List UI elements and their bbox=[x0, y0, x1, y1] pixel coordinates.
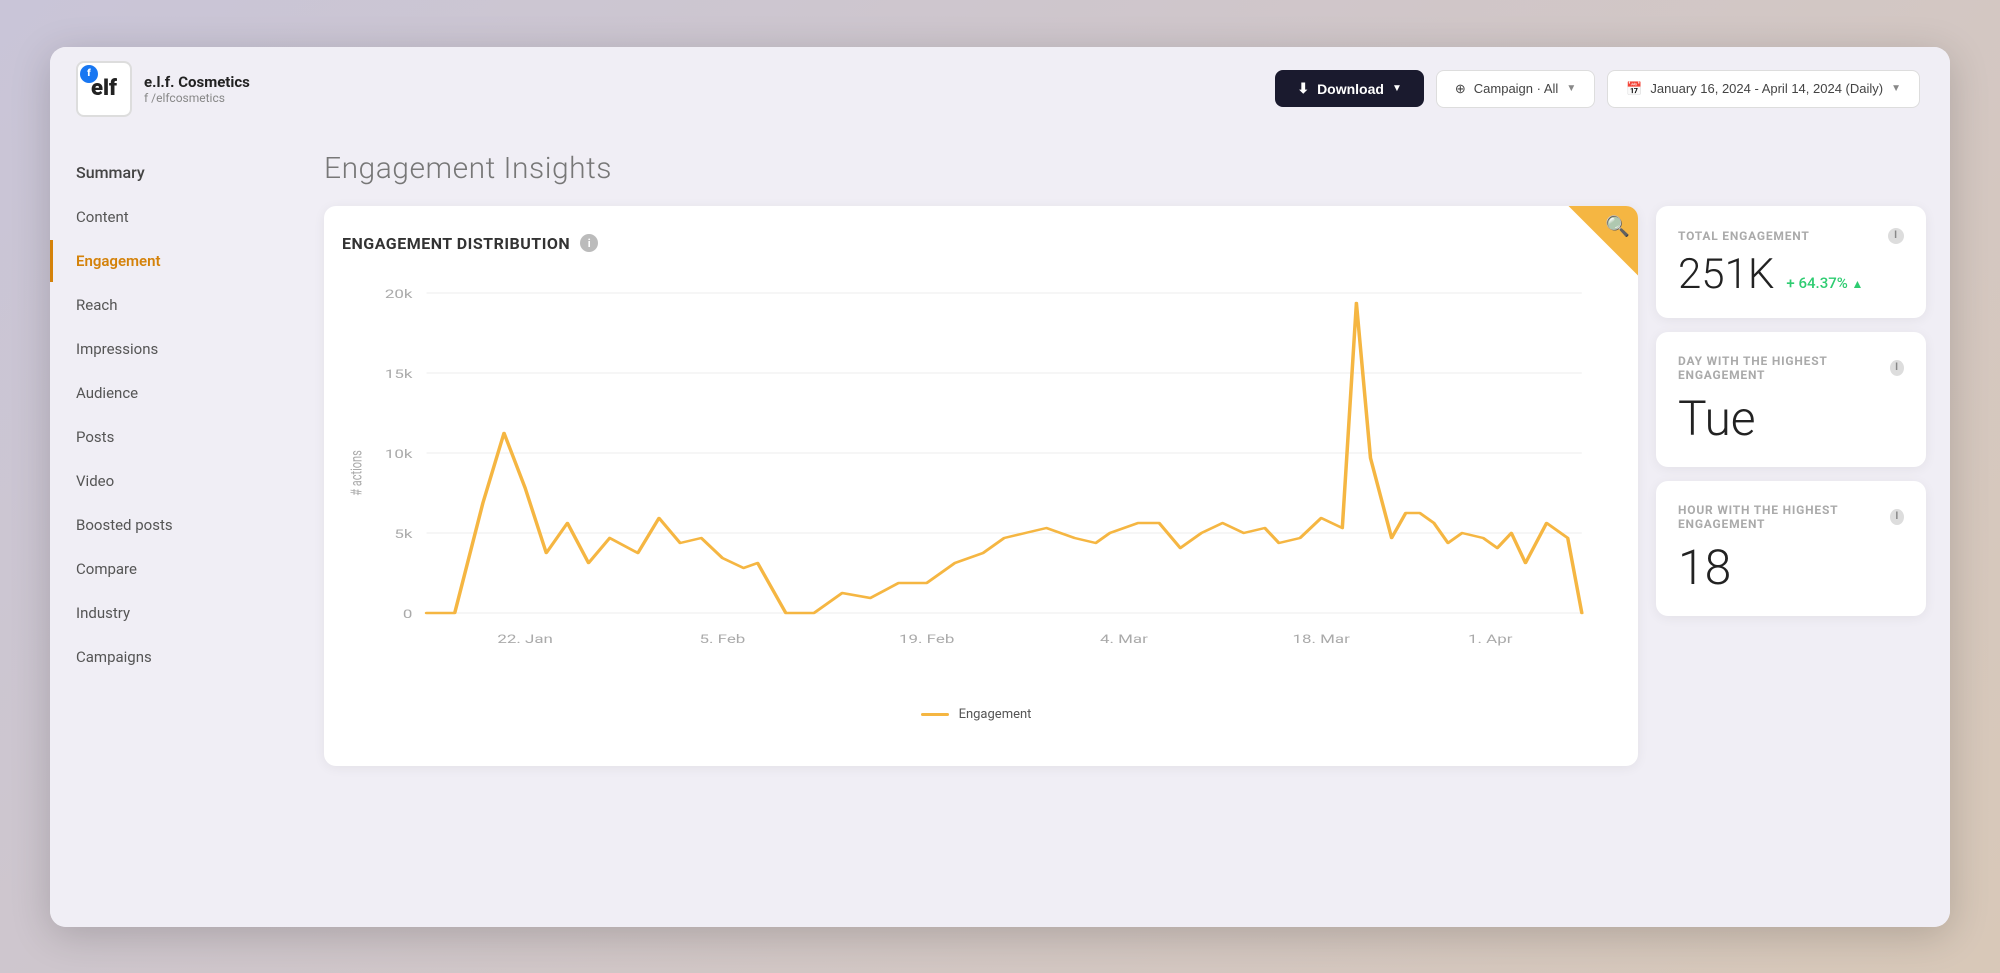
insights-row: 🔍 ENGAGEMENT DISTRIBUTION i bbox=[324, 206, 1926, 766]
total-engagement-change: + 64.37% ▲ bbox=[1786, 274, 1863, 292]
download-button[interactable]: ⬇ Download ▼ bbox=[1275, 70, 1424, 107]
campaign-filter-button[interactable]: ⊕ Campaign · All ▼ bbox=[1436, 70, 1595, 108]
campaign-icon: ⊕ bbox=[1455, 81, 1466, 97]
svg-text:5. Feb: 5. Feb bbox=[700, 631, 746, 646]
engagement-line bbox=[427, 303, 1582, 613]
engagement-chart: 20k 15k 10k 5k 0 # actions bbox=[342, 273, 1610, 673]
chart-header: ENGAGEMENT DISTRIBUTION i bbox=[342, 234, 1610, 253]
svg-text:# actions: # actions bbox=[349, 450, 366, 496]
sidebar-item-compare[interactable]: Compare bbox=[50, 548, 300, 590]
day-highest-value: Tue bbox=[1678, 390, 1904, 447]
total-engagement-value-row: 251K + 64.37% ▲ bbox=[1678, 252, 1904, 298]
sidebar-item-industry[interactable]: Industry bbox=[50, 592, 300, 634]
svg-text:4. Mar: 4. Mar bbox=[1100, 631, 1148, 646]
chart-info-icon[interactable]: i bbox=[580, 234, 598, 252]
facebook-icon: f bbox=[80, 65, 98, 83]
calendar-icon: 📅 bbox=[1626, 81, 1642, 97]
day-highest-card: DAY WITH THE HIGHEST ENGAGEMENT i Tue bbox=[1656, 332, 1926, 467]
total-engagement-value: 251K bbox=[1678, 252, 1774, 298]
campaign-label: Campaign · All bbox=[1474, 81, 1559, 96]
content-area: Engagement Insights 🔍 ENGAGEMENT DISTRIB… bbox=[300, 131, 1950, 927]
svg-text:5k: 5k bbox=[394, 526, 413, 541]
sidebar-item-summary[interactable]: Summary bbox=[50, 151, 300, 194]
main-layout: Summary Content Engagement Reach Impress… bbox=[50, 131, 1950, 927]
top-bar: f elf e.l.f. Cosmetics f /elfcosmetics ⬇… bbox=[50, 47, 1950, 131]
svg-text:15k: 15k bbox=[385, 366, 413, 381]
svg-text:22. Jan: 22. Jan bbox=[497, 631, 553, 646]
svg-text:10k: 10k bbox=[385, 446, 413, 461]
total-engagement-info-icon[interactable]: i bbox=[1888, 228, 1904, 244]
chart-legend: Engagement bbox=[342, 707, 1610, 722]
sidebar-item-impressions[interactable]: Impressions bbox=[50, 328, 300, 370]
hour-highest-card: HOUR WITH THE HIGHEST ENGAGEMENT i 18 bbox=[1656, 481, 1926, 616]
sidebar-item-video[interactable]: Video bbox=[50, 460, 300, 502]
day-highest-info-icon[interactable]: i bbox=[1890, 360, 1904, 376]
date-chevron-icon: ▼ bbox=[1891, 83, 1901, 94]
chart-card: 🔍 ENGAGEMENT DISTRIBUTION i bbox=[324, 206, 1638, 766]
sidebar-item-campaigns[interactable]: Campaigns bbox=[50, 636, 300, 678]
hour-highest-info-icon[interactable]: i bbox=[1890, 509, 1904, 525]
sidebar-item-boosted-posts[interactable]: Boosted posts bbox=[50, 504, 300, 546]
svg-text:19. Feb: 19. Feb bbox=[899, 631, 954, 646]
app-container: f elf e.l.f. Cosmetics f /elfcosmetics ⬇… bbox=[50, 47, 1950, 927]
legend-label: Engagement bbox=[959, 707, 1032, 722]
change-up-arrow-icon: ▲ bbox=[1852, 277, 1864, 291]
svg-text:20k: 20k bbox=[385, 286, 413, 301]
brand-logo: f elf bbox=[76, 61, 132, 117]
svg-text:0: 0 bbox=[403, 606, 413, 621]
sidebar-item-content[interactable]: Content bbox=[50, 196, 300, 238]
hour-highest-label: HOUR WITH THE HIGHEST ENGAGEMENT i bbox=[1678, 503, 1904, 531]
total-engagement-card: TOTAL ENGAGEMENT i 251K + 64.37% ▲ bbox=[1656, 206, 1926, 318]
top-bar-controls: ⬇ Download ▼ ⊕ Campaign · All ▼ 📅 Januar… bbox=[1275, 70, 1920, 108]
legend-line bbox=[921, 713, 949, 716]
brand: f elf e.l.f. Cosmetics f /elfcosmetics bbox=[50, 61, 250, 117]
page-title: Engagement Insights bbox=[324, 151, 1926, 186]
total-engagement-label: TOTAL ENGAGEMENT i bbox=[1678, 228, 1904, 244]
download-icon: ⬇ bbox=[1297, 80, 1309, 97]
sidebar: Summary Content Engagement Reach Impress… bbox=[50, 131, 300, 927]
svg-text:18. Mar: 18. Mar bbox=[1293, 631, 1350, 646]
date-range-button[interactable]: 📅 January 16, 2024 - April 14, 2024 (Dai… bbox=[1607, 70, 1920, 108]
date-range-label: January 16, 2024 - April 14, 2024 (Daily… bbox=[1650, 81, 1883, 96]
campaign-chevron-icon: ▼ bbox=[1566, 83, 1576, 94]
magnify-icon: 🔍 bbox=[1605, 206, 1638, 238]
sidebar-item-engagement[interactable]: Engagement bbox=[50, 240, 300, 282]
sidebar-item-posts[interactable]: Posts bbox=[50, 416, 300, 458]
sidebar-item-reach[interactable]: Reach bbox=[50, 284, 300, 326]
brand-handle: f /elfcosmetics bbox=[144, 91, 250, 105]
chart-area: 20k 15k 10k 5k 0 # actions bbox=[342, 273, 1610, 693]
download-chevron-icon: ▼ bbox=[1392, 83, 1402, 94]
svg-text:1. Apr: 1. Apr bbox=[1468, 631, 1512, 646]
stats-panel: TOTAL ENGAGEMENT i 251K + 64.37% ▲ bbox=[1656, 206, 1926, 616]
sidebar-item-audience[interactable]: Audience bbox=[50, 372, 300, 414]
brand-text: e.l.f. Cosmetics f /elfcosmetics bbox=[144, 73, 250, 105]
download-label: Download bbox=[1317, 81, 1384, 97]
day-highest-label: DAY WITH THE HIGHEST ENGAGEMENT i bbox=[1678, 354, 1904, 382]
hour-highest-value: 18 bbox=[1678, 539, 1904, 596]
brand-name: e.l.f. Cosmetics bbox=[144, 73, 250, 91]
chart-title: ENGAGEMENT DISTRIBUTION bbox=[342, 234, 570, 253]
